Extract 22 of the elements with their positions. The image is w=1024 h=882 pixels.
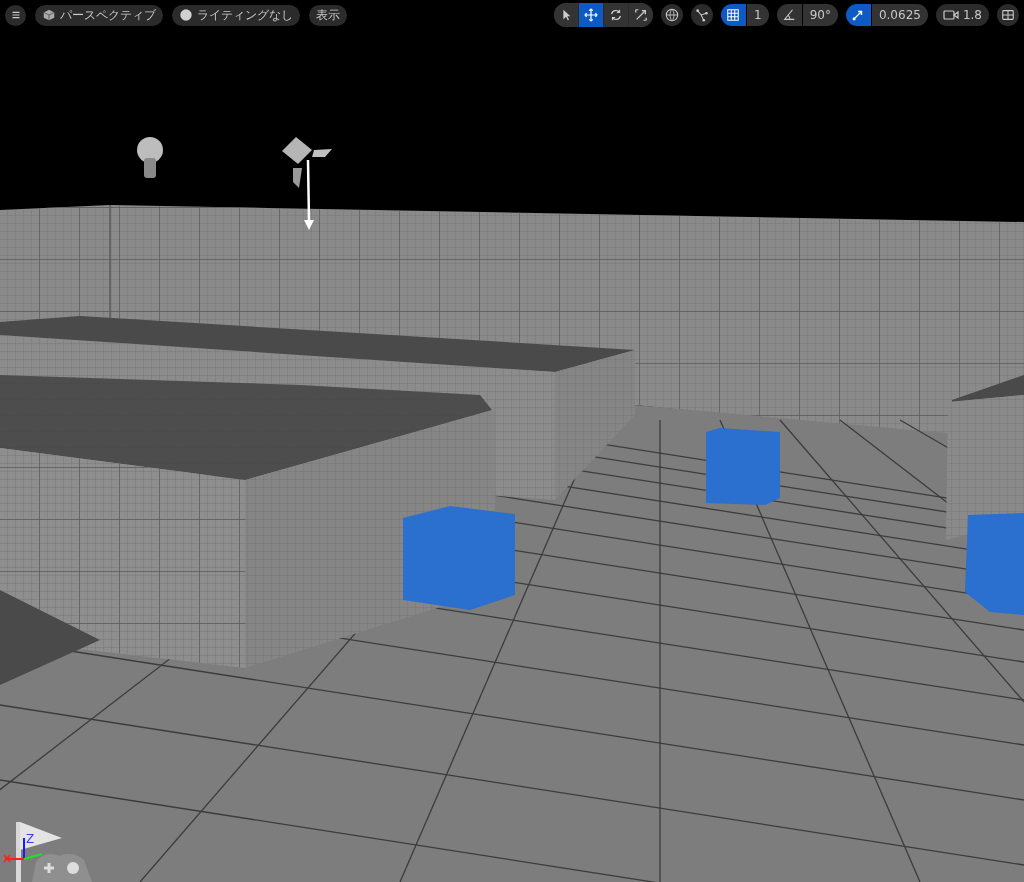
cube-icon <box>42 8 56 22</box>
grid-icon <box>726 8 741 22</box>
move-icon <box>584 8 598 22</box>
snap-points-icon <box>695 8 709 22</box>
move-tool-button[interactable] <box>579 3 603 27</box>
scale-step-dropdown[interactable]: 0.0625 <box>871 4 928 26</box>
camera-speed-button[interactable]: 1.8 <box>935 4 989 26</box>
scale-icon <box>634 8 648 22</box>
scale-tool-button[interactable] <box>629 3 653 27</box>
globe-icon <box>665 8 679 22</box>
rotate-tool-button[interactable] <box>604 3 628 27</box>
axis-label: Z <box>26 832 35 846</box>
light-bulb-icon <box>137 137 163 178</box>
layout-grid-icon <box>1001 8 1015 22</box>
spotlight-icon <box>282 137 332 230</box>
angle-icon <box>782 8 797 22</box>
camera-icon <box>942 9 959 21</box>
gamepad-icon <box>32 853 92 882</box>
rotation-step-dropdown[interactable]: 90° <box>802 4 838 26</box>
circle-icon <box>179 8 193 22</box>
rotate-icon <box>609 8 623 22</box>
axis-gizmo-drawing <box>3 822 62 882</box>
